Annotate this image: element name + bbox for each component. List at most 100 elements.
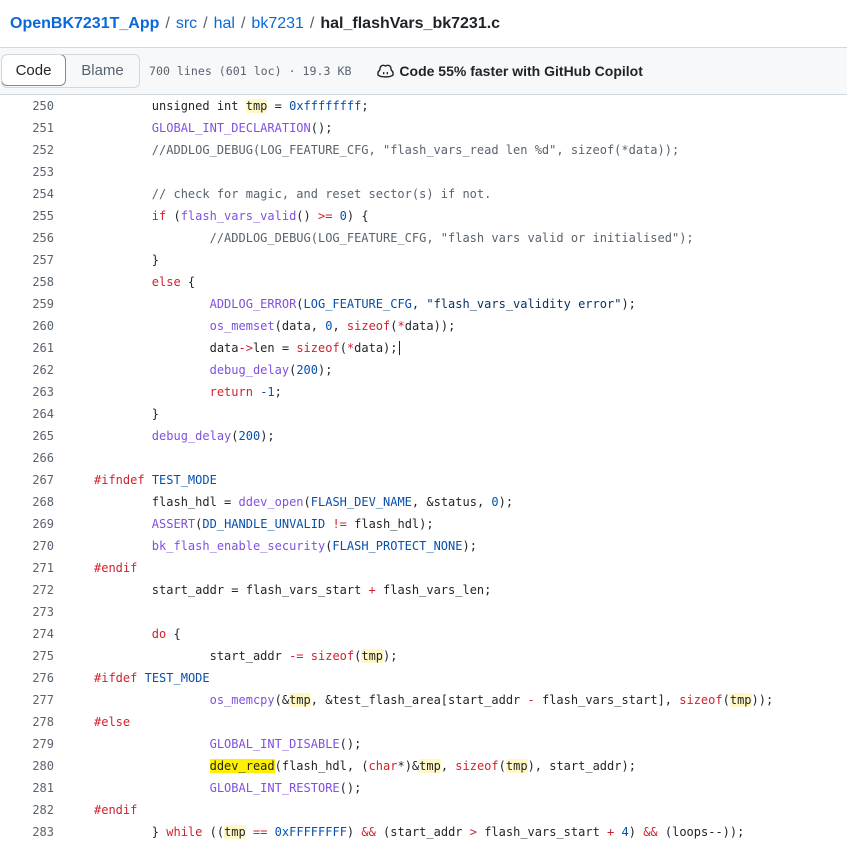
- code-text: #ifndef TEST_MODE: [54, 469, 217, 491]
- line-number[interactable]: 281: [0, 777, 54, 799]
- line-number[interactable]: 274: [0, 623, 54, 645]
- line-number[interactable]: 252: [0, 139, 54, 161]
- code-token: (: [231, 429, 239, 443]
- code-text: bk_flash_enable_security(FLASH_PROTECT_N…: [54, 535, 477, 557]
- line-number[interactable]: 270: [0, 535, 54, 557]
- code-token: 200: [296, 363, 318, 377]
- line-number[interactable]: 256: [0, 227, 54, 249]
- line-number[interactable]: 253: [0, 161, 54, 183]
- line-number[interactable]: 255: [0, 205, 54, 227]
- code-view[interactable]: 250 unsigned int tmp = 0xffffffff; 251 GL…: [0, 95, 847, 843]
- breadcrumb-repo-link[interactable]: OpenBK7231T_App: [10, 15, 159, 33]
- code-token: tmp: [224, 825, 246, 839]
- code-token: if: [151, 209, 167, 223]
- line-number[interactable]: 250: [0, 95, 54, 117]
- code-token: //ADDLOG_DEBUG(LOG_FEATURE_CFG, "flash v…: [94, 231, 694, 245]
- code-line: 264 }: [0, 403, 847, 425]
- code-token: 0xffffffff: [289, 99, 362, 113]
- code-line: 268 flash_hdl = ddev_open(FLASH_DEV_NAME…: [0, 491, 847, 513]
- code-token: #ifndef: [94, 473, 145, 487]
- line-number[interactable]: 276: [0, 667, 54, 689]
- code-token: !=: [332, 517, 347, 531]
- code-token: ();: [339, 781, 362, 795]
- code-line: 266: [0, 447, 847, 469]
- code-line: 270 bk_flash_enable_security(FLASH_PROTE…: [0, 535, 847, 557]
- line-number[interactable]: 258: [0, 271, 54, 293]
- code-token: ,: [411, 297, 427, 311]
- line-number[interactable]: 264: [0, 403, 54, 425]
- line-number[interactable]: 261: [0, 337, 54, 359]
- blame-view-button[interactable]: Blame: [66, 55, 139, 85]
- code-token: -=: [289, 649, 304, 663]
- line-number[interactable]: 267: [0, 469, 54, 491]
- copilot-promo-label: Code 55% faster with GitHub Copilot: [399, 63, 643, 79]
- code-text: start_addr -= sizeof(tmp);: [54, 645, 398, 667]
- code-line: 251 GLOBAL_INT_DECLARATION();: [0, 117, 847, 139]
- copilot-promo-link[interactable]: Code 55% faster with GitHub Copilot: [377, 63, 643, 79]
- line-number[interactable]: 257: [0, 249, 54, 271]
- line-number[interactable]: 280: [0, 755, 54, 777]
- line-number[interactable]: 268: [0, 491, 54, 513]
- code-token: (: [498, 759, 506, 773]
- code-token: // check for magic, and reset sector(s) …: [94, 187, 492, 201]
- file-toolbar: Code Blame 700 lines (601 loc) · 19.3 KB…: [0, 47, 847, 95]
- code-token: =: [267, 99, 290, 113]
- line-number[interactable]: 271: [0, 557, 54, 579]
- code-token: 200: [238, 429, 261, 443]
- code-text: else {: [54, 271, 195, 293]
- code-token: , &status,: [411, 495, 492, 509]
- code-line: 271 #endif: [0, 557, 847, 579]
- line-number[interactable]: 272: [0, 579, 54, 601]
- code-token: "flash_vars_validity error": [426, 297, 622, 311]
- code-line: 254 // check for magic, and reset sector…: [0, 183, 847, 205]
- code-token: GLOBAL_INT_DISABLE: [209, 737, 340, 751]
- code-token: sizeof: [296, 341, 340, 355]
- line-number[interactable]: 251: [0, 117, 54, 139]
- code-token: TEST_MODE: [144, 671, 210, 685]
- breadcrumb-dir-src[interactable]: src: [176, 15, 197, 33]
- breadcrumb-dir-bk7231[interactable]: bk7231: [251, 15, 304, 33]
- line-number[interactable]: 266: [0, 447, 54, 469]
- code-token: {: [166, 627, 181, 641]
- code-line: 255 if (flash_vars_valid() >= 0) {: [0, 205, 847, 227]
- code-token: );: [383, 649, 398, 663]
- line-number[interactable]: 275: [0, 645, 54, 667]
- code-text: GLOBAL_INT_DISABLE();: [54, 733, 362, 755]
- code-token: (flash_hdl, (: [274, 759, 369, 773]
- code-token: unsigned int: [94, 99, 246, 113]
- line-number[interactable]: 278: [0, 711, 54, 733]
- line-number[interactable]: 263: [0, 381, 54, 403]
- line-number[interactable]: 277: [0, 689, 54, 711]
- code-token: (loops--));: [657, 825, 745, 839]
- code-line: 253: [0, 161, 847, 183]
- code-token: }: [94, 825, 167, 839]
- code-token: ));: [751, 693, 774, 707]
- code-text: debug_delay(200);: [54, 425, 275, 447]
- code-token: ): [628, 825, 644, 839]
- code-token: (start_addr: [375, 825, 470, 839]
- code-view-button[interactable]: Code: [2, 55, 66, 86]
- line-number[interactable]: 269: [0, 513, 54, 535]
- line-number[interactable]: 254: [0, 183, 54, 205]
- breadcrumb: OpenBK7231T_App / src / hal / bk7231 / h…: [0, 0, 847, 47]
- code-text: ASSERT(DD_HANDLE_UNVALID != flash_hdl);: [54, 513, 434, 535]
- line-number[interactable]: 279: [0, 733, 54, 755]
- line-number[interactable]: 273: [0, 601, 54, 623]
- line-number[interactable]: 282: [0, 799, 54, 821]
- breadcrumb-dir-hal[interactable]: hal: [214, 15, 235, 33]
- code-token: else: [151, 275, 181, 289]
- line-number[interactable]: 260: [0, 315, 54, 337]
- line-number[interactable]: 262: [0, 359, 54, 381]
- line-number[interactable]: 265: [0, 425, 54, 447]
- code-text: debug_delay(200);: [54, 359, 333, 381]
- line-number[interactable]: 259: [0, 293, 54, 315]
